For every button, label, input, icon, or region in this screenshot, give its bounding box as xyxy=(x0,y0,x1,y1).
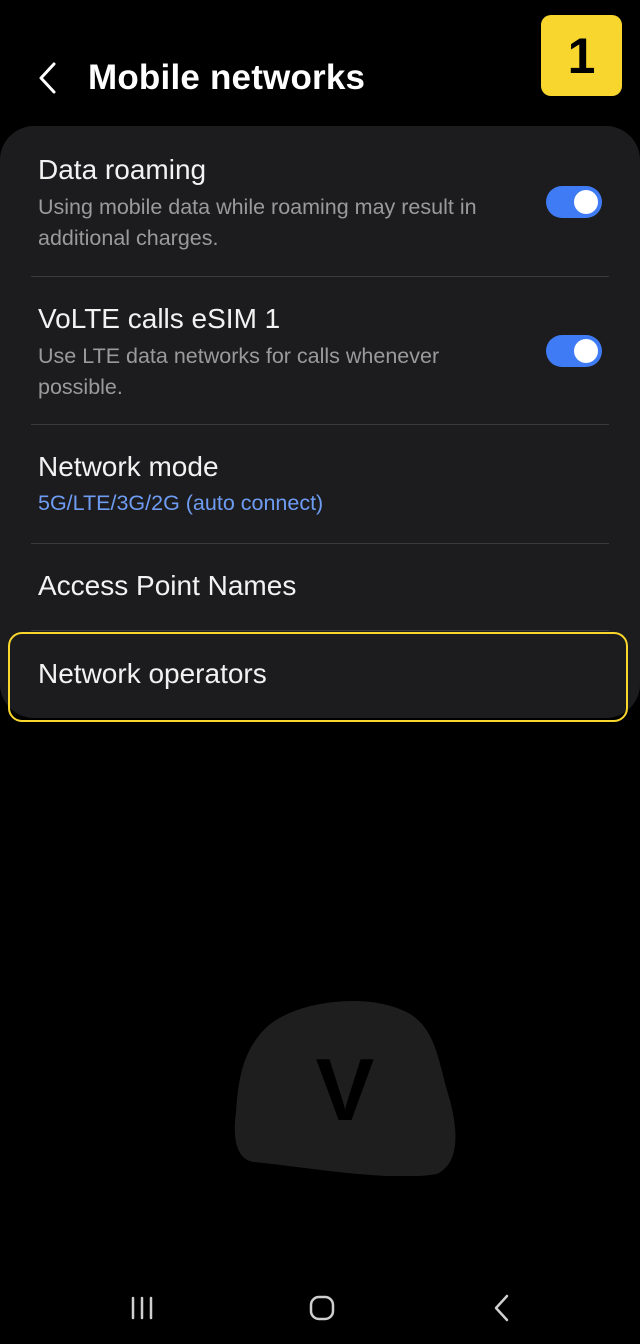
setting-subtitle: Use LTE data networks for calls whenever… xyxy=(38,344,440,399)
home-icon xyxy=(309,1295,335,1321)
setting-access-point-names[interactable]: Access Point Names xyxy=(0,544,640,630)
setting-title: VoLTE calls eSIM 1 xyxy=(38,303,281,334)
setting-title: Data roaming xyxy=(38,154,207,185)
setting-data-roaming[interactable]: Data roaming Using mobile data while roa… xyxy=(0,126,640,276)
watermark-logo: V xyxy=(234,1001,456,1176)
highlight-outline xyxy=(8,632,628,722)
back-button[interactable] xyxy=(28,56,68,100)
recents-icon xyxy=(131,1296,153,1320)
nav-back-button[interactable] xyxy=(472,1288,532,1328)
setting-volte-calls[interactable]: VoLTE calls eSIM 1 Use LTE data networks… xyxy=(0,277,640,424)
setting-title: Access Point Names xyxy=(38,570,297,601)
watermark-letter: V xyxy=(316,1040,375,1139)
setting-network-mode[interactable]: Network mode 5G/LTE/3G/2G (auto connect) xyxy=(0,425,640,543)
app-header: Mobile networks 1 xyxy=(0,0,640,120)
setting-subtitle: Using mobile data while roaming may resu… xyxy=(38,195,477,250)
toggle-knob xyxy=(574,339,598,363)
step-badge: 1 xyxy=(541,15,622,96)
system-navigation-bar xyxy=(0,1270,640,1344)
chevron-left-icon xyxy=(39,62,56,94)
home-button[interactable] xyxy=(292,1288,352,1328)
network-mode-value: 5G/LTE/3G/2G (auto connect) xyxy=(38,491,324,515)
back-icon xyxy=(494,1294,509,1322)
page-title: Mobile networks xyxy=(88,58,366,97)
setting-title: Network mode xyxy=(38,451,219,482)
volte-toggle[interactable] xyxy=(546,335,602,367)
settings-card: Data roaming Using mobile data while roa… xyxy=(0,126,640,718)
recents-button[interactable] xyxy=(112,1288,172,1328)
toggle-knob xyxy=(574,190,598,214)
data-roaming-toggle[interactable] xyxy=(546,186,602,218)
